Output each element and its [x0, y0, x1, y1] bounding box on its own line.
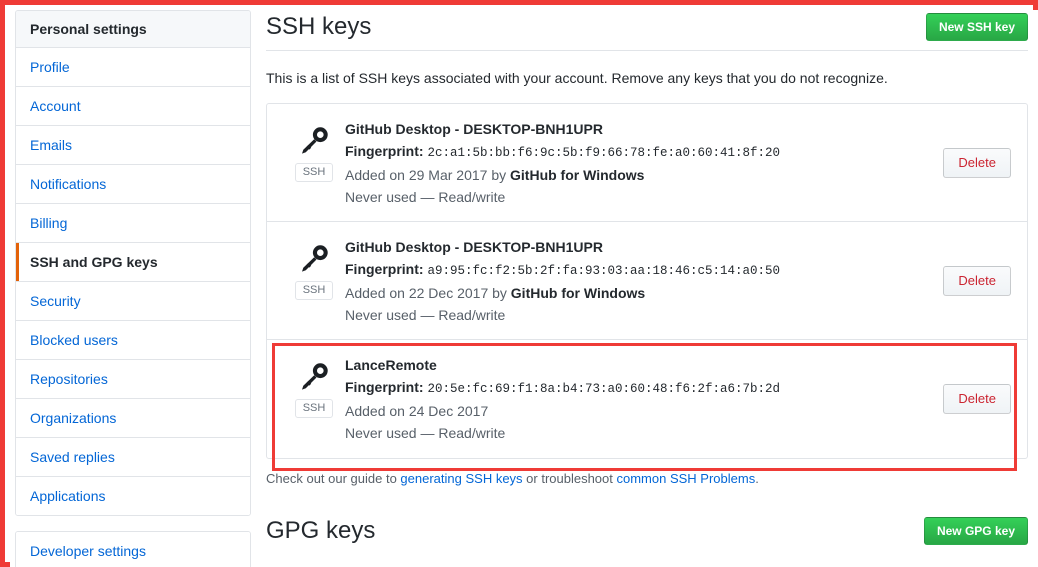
annotated-screenshot-frame: Personal settings Profile Account Emails No…: [0, 0, 1038, 567]
help-text-before: Check out our guide to: [266, 471, 401, 486]
key-icon-column: SSH: [283, 117, 345, 182]
key-added-date: Added on 22 Dec 2017 by: [345, 285, 511, 301]
ssh-keys-list: SSH GitHub Desktop - DESKTOP-BNH1UPR Finge…: [266, 103, 1028, 459]
key-details: GitHub Desktop - DESKTOP-BNH1UPR Fingerpr…: [345, 117, 933, 208]
sidebar-item-label: Applications: [30, 488, 106, 504]
new-ssh-key-button[interactable]: New SSH key: [925, 13, 1028, 41]
key-usage-status: Never used — Read/write: [345, 189, 506, 205]
sidebar-item-label: Billing: [30, 215, 68, 231]
delete-key-button[interactable]: Delete: [943, 147, 1011, 178]
sidebar-item-label: Organizations: [30, 410, 117, 426]
key-fingerprint-line: Fingerprint: 20:5e:fc:69:f1:8a:b4:73:a0:…: [345, 376, 933, 400]
key-usage-status: Never used — Read/write: [345, 307, 506, 323]
sidebar-item-notifications[interactable]: Notifications: [16, 165, 250, 204]
sidebar-item-label: Repositories: [30, 371, 108, 387]
fingerprint-label: Fingerprint:: [345, 143, 424, 159]
page-title: SSH keys: [266, 13, 372, 40]
key-title: GitHub Desktop - DESKTOP-BNH1UPR: [345, 121, 603, 137]
new-gpg-key-button[interactable]: New GPG key: [923, 517, 1028, 545]
key-fingerprint-line: Fingerprint: 2c:a1:5b:bb:f6:9c:5b:f9:66:…: [345, 140, 933, 164]
sidebar-item-developer-settings[interactable]: Developer settings: [16, 532, 250, 567]
sidebar-item-emails[interactable]: Emails: [16, 126, 250, 165]
sidebar-item-label: Saved replies: [30, 449, 115, 465]
fingerprint-value: a9:95:fc:f2:5b:2f:fa:93:03:aa:18:46:c5:1…: [427, 264, 780, 278]
developer-settings-menu: Developer settings: [15, 531, 251, 567]
generating-ssh-keys-link[interactable]: generating SSH keys: [400, 471, 522, 486]
gpg-section-title: GPG keys: [266, 517, 376, 544]
key-added-by: GitHub for Windows: [510, 285, 646, 301]
sidebar-item-ssh-and-gpg-keys[interactable]: SSH and GPG keys: [16, 243, 250, 282]
ssh-keys-description: This is a list of SSH keys associated wi…: [266, 70, 888, 86]
key-icon: [298, 125, 330, 157]
ssh-keys-header: SSH keys New SSH key: [266, 12, 1028, 51]
sidebar-item-organizations[interactable]: Organizations: [16, 399, 250, 438]
gpg-keys-section: GPG keys New GPG key: [266, 516, 1028, 546]
sidebar-item-label: Account: [30, 98, 81, 114]
main-content: SSH keys New SSH key This is a list of S…: [266, 10, 1028, 546]
sidebar-item-applications[interactable]: Applications: [16, 477, 250, 515]
key-added-line: Added on 29 Mar 2017 by GitHub for Windo…: [345, 164, 933, 186]
sidebar-item-security[interactable]: Security: [16, 282, 250, 321]
ssh-key-row: SSH GitHub Desktop - DESKTOP-BNH1UPR Finge…: [267, 104, 1027, 222]
help-text-middle: or troubleshoot: [522, 471, 617, 486]
fingerprint-value: 20:5e:fc:69:f1:8a:b4:73:a0:60:48:f6:2f:a…: [427, 382, 780, 396]
key-actions: Delete: [933, 384, 1011, 414]
sidebar-menu: Personal settings Profile Account Emails No…: [15, 10, 251, 516]
sidebar-item-billing[interactable]: Billing: [16, 204, 250, 243]
common-ssh-problems-link[interactable]: common SSH Problems: [617, 471, 756, 486]
key-details: GitHub Desktop - DESKTOP-BNH1UPR Fingerpr…: [345, 235, 933, 326]
key-icon: [298, 243, 330, 275]
key-added-line: Added on 22 Dec 2017 by GitHub for Windo…: [345, 282, 933, 304]
sidebar-item-label: Profile: [30, 59, 70, 75]
key-added-date: Added on 24 Dec 2017: [345, 403, 489, 419]
sidebar-item-label: Blocked users: [30, 332, 118, 348]
key-icon-column: SSH: [283, 353, 345, 418]
sidebar-header: Personal settings: [16, 11, 250, 48]
key-usage-status: Never used — Read/write: [345, 425, 506, 441]
key-type-badge: SSH: [294, 281, 334, 300]
sidebar-item-label: Emails: [30, 137, 73, 153]
sidebar-item-account[interactable]: Account: [16, 87, 250, 126]
sidebar-item-label: Notifications: [30, 176, 107, 192]
fingerprint-label: Fingerprint:: [345, 261, 424, 277]
settings-sidebar: Personal settings Profile Account Emails No…: [15, 10, 251, 567]
key-title: GitHub Desktop - DESKTOP-BNH1UPR: [345, 239, 603, 255]
key-icon: [298, 361, 330, 393]
key-type-badge: SSH: [294, 163, 334, 182]
sidebar-item-label: SSH and GPG keys: [30, 254, 158, 270]
ssh-key-row: SSH LanceRemote Fingerprint: 20:5e:fc:69:f…: [267, 340, 1027, 458]
ssh-help-note: Check out our guide to generating SSH ke…: [266, 469, 1028, 489]
fingerprint-label: Fingerprint:: [345, 379, 424, 395]
ssh-key-row: SSH GitHub Desktop - DESKTOP-BNH1UPR Finge…: [267, 222, 1027, 340]
fingerprint-value: 2c:a1:5b:bb:f6:9c:5b:f9:66:78:fe:a0:60:4…: [427, 146, 780, 160]
sidebar-item-profile[interactable]: Profile: [16, 48, 250, 87]
delete-key-button[interactable]: Delete: [943, 265, 1011, 296]
key-icon-column: SSH: [283, 235, 345, 300]
key-details: LanceRemote Fingerprint: 20:5e:fc:69:f1:8…: [345, 353, 933, 444]
key-actions: Delete: [933, 265, 1011, 296]
key-fingerprint-line: Fingerprint: a9:95:fc:f2:5b:2f:fa:93:03:…: [345, 258, 933, 282]
help-text-after: .: [755, 471, 759, 486]
gpg-keys-header: GPG keys New GPG key: [266, 516, 1028, 546]
key-added-date: Added on 29 Mar 2017 by: [345, 167, 511, 183]
key-added-by: GitHub for Windows: [510, 167, 645, 183]
key-actions: Delete: [933, 147, 1011, 178]
sidebar-item-label: Security: [30, 293, 81, 309]
sidebar-item-saved-replies[interactable]: Saved replies: [16, 438, 250, 477]
key-added-line: Added on 24 Dec 2017: [345, 400, 933, 422]
key-title: LanceRemote: [345, 357, 437, 373]
sidebar-item-blocked-users[interactable]: Blocked users: [16, 321, 250, 360]
page-content: Personal settings Profile Account Emails No…: [10, 10, 1038, 567]
key-type-badge: SSH: [294, 399, 334, 418]
sidebar-item-repositories[interactable]: Repositories: [16, 360, 250, 399]
delete-key-button[interactable]: Delete: [943, 384, 1011, 414]
